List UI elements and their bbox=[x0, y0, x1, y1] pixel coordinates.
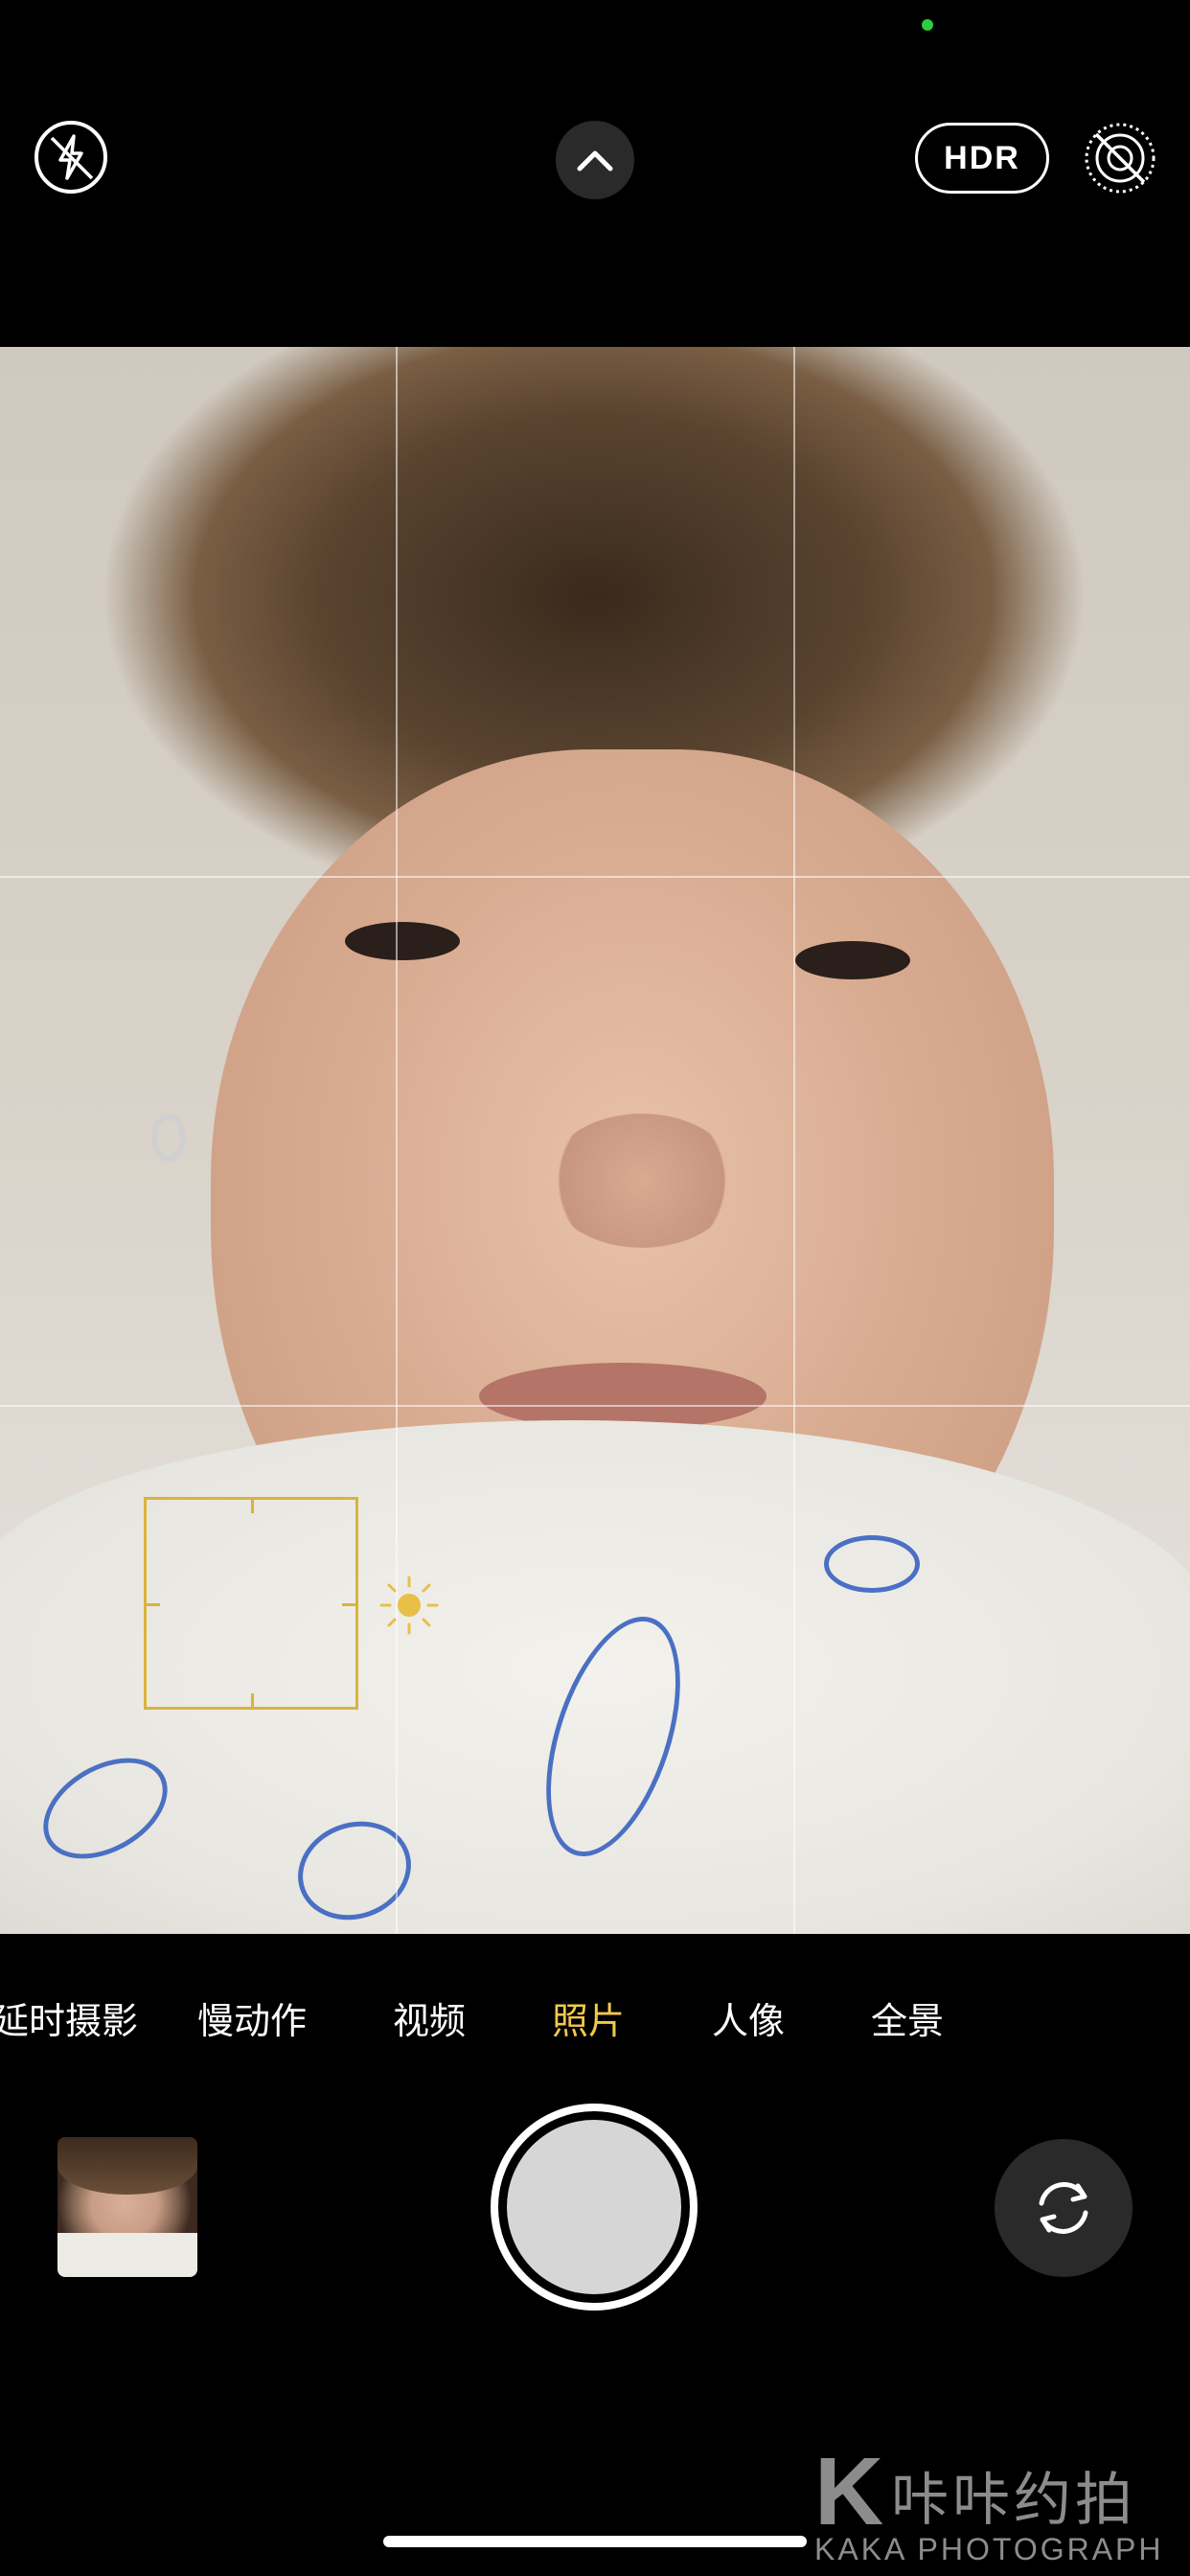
home-indicator[interactable] bbox=[383, 2536, 807, 2547]
sun-icon[interactable] bbox=[376, 1572, 443, 1639]
camera-viewfinder[interactable] bbox=[0, 347, 1190, 1934]
blanket-pattern bbox=[824, 1535, 920, 1593]
camera-flip-icon bbox=[1039, 2182, 1088, 2234]
subject-nose bbox=[546, 1114, 738, 1248]
hdr-button[interactable]: HDR bbox=[915, 123, 1049, 194]
flash-toggle-button[interactable] bbox=[34, 121, 107, 194]
mode-time-lapse[interactable]: 延时摄影 bbox=[0, 1991, 138, 2044]
top-bar: HDR bbox=[0, 0, 1190, 347]
grid-line bbox=[0, 1405, 1190, 1407]
live-photo-button[interactable] bbox=[1083, 121, 1157, 196]
watermark-logo: K bbox=[814, 2438, 884, 2545]
mode-pano[interactable]: 全景 bbox=[871, 1991, 944, 2044]
focus-square bbox=[144, 1497, 358, 1710]
watermark-english: KAKA PHOTOGRAPH bbox=[814, 2532, 1164, 2566]
subject-eye bbox=[795, 941, 910, 979]
live-photo-off-icon bbox=[1085, 123, 1156, 194]
mode-slo-mo[interactable]: 慢动作 bbox=[197, 1991, 307, 2044]
shutter-button[interactable] bbox=[491, 2104, 698, 2311]
grid-line bbox=[396, 347, 398, 1934]
chevron-up-icon bbox=[577, 150, 613, 172]
mode-portrait[interactable]: 人像 bbox=[712, 1991, 785, 2044]
expand-controls-button[interactable] bbox=[556, 121, 634, 199]
camera-mode-selector: 延时摄影 慢动作 视频 照片 人像 全景 bbox=[0, 1982, 1190, 2058]
earring bbox=[151, 1114, 186, 1162]
shutter-button-inner bbox=[507, 2120, 681, 2294]
subject-mouth bbox=[479, 1363, 767, 1430]
mode-video[interactable]: 视频 bbox=[393, 1991, 466, 2044]
subject-eye bbox=[345, 922, 460, 960]
watermark: K 咔咔约拍 KAKA PHOTOGRAPH bbox=[814, 2438, 1179, 2566]
last-photo-thumbnail[interactable] bbox=[57, 2137, 197, 2277]
mode-photo[interactable]: 照片 bbox=[552, 1991, 625, 2044]
switch-camera-button[interactable] bbox=[995, 2139, 1133, 2277]
grid-line bbox=[793, 347, 795, 1934]
watermark-chinese: 咔咔约拍 bbox=[891, 2467, 1136, 2534]
flash-off-icon bbox=[50, 134, 94, 180]
grid-line bbox=[0, 876, 1190, 878]
